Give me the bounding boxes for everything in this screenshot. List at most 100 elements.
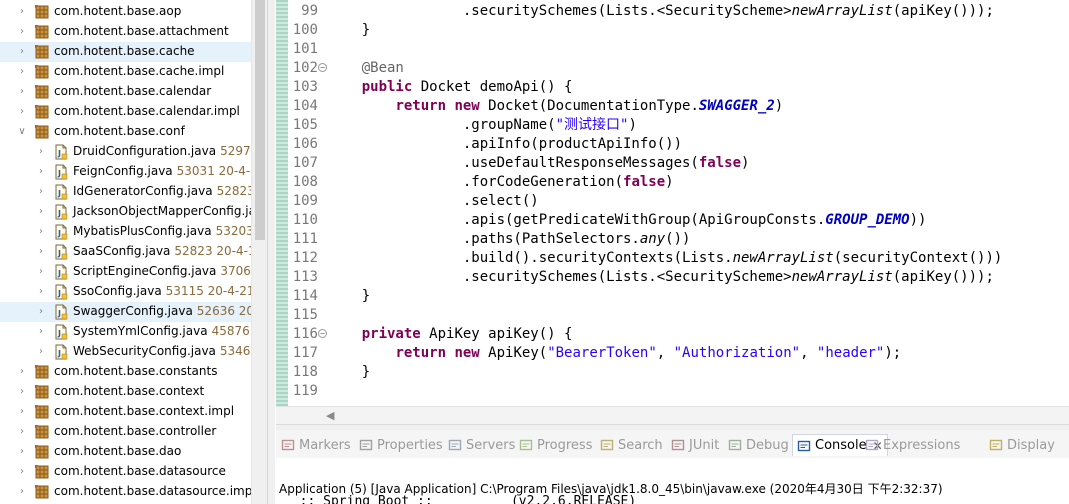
scroll-left-icon[interactable]: ◀: [326, 409, 334, 422]
code-line[interactable]: 109 .select(): [288, 192, 1069, 211]
fold-toggle-icon[interactable]: −: [318, 63, 327, 72]
java-file-tree-item[interactable]: › J ScriptEngineConfig.java37064: [0, 262, 251, 282]
java-file-tree-item[interactable]: › J JacksonObjectMapperConfig.ja: [0, 202, 251, 222]
expand-chevron-icon[interactable]: ›: [36, 347, 46, 357]
expand-chevron-icon[interactable]: ›: [36, 307, 46, 317]
code-line[interactable]: 113 .securitySchemes(Lists.<SecuritySche…: [288, 268, 1069, 287]
expand-chevron-icon[interactable]: ›: [17, 7, 27, 17]
expand-chevron-icon[interactable]: ›: [36, 207, 46, 217]
expand-chevron-icon[interactable]: ›: [17, 27, 27, 37]
expand-chevron-icon[interactable]: ›: [36, 267, 46, 277]
expand-chevron-icon[interactable]: ›: [17, 67, 27, 77]
code-token: .select(): [328, 193, 539, 209]
java-file-tree-item[interactable]: › J SystemYmlConfig.java45876 1: [0, 322, 251, 342]
code-line[interactable]: 114 }: [288, 287, 1069, 306]
tree-item-label: com.hotent.base.cache: [54, 44, 195, 58]
code-line[interactable]: 108 .forCodeGeneration(false): [288, 173, 1069, 192]
java-file-tree-item[interactable]: › J SsoConfig.java 53115 20-4-21: [0, 282, 251, 302]
tab-label: Properties: [377, 437, 443, 453]
package-tree-item[interactable]: › com.hotent.base.context.impl: [0, 402, 251, 422]
package-tree-item[interactable]: › com.hotent.base.calendar.impl: [0, 102, 251, 122]
code-editor[interactable]: 99 .securitySchemes(Lists.<SecuritySchem…: [276, 0, 1069, 424]
expand-chevron-icon[interactable]: ›: [36, 247, 46, 257]
package-tree-item[interactable]: ∨ com.hotent.base.conf: [0, 122, 251, 142]
code-line[interactable]: 107 .useDefaultResponseMessages(false): [288, 154, 1069, 173]
expand-chevron-icon[interactable]: ›: [17, 427, 27, 437]
tree-scrollbar-thumb[interactable]: [255, 0, 265, 240]
package-tree-item[interactable]: › com.hotent.base.cache.impl: [0, 62, 251, 82]
code-line[interactable]: 119: [288, 382, 1069, 401]
package-tree-item[interactable]: › com.hotent.base.datasource.impl: [0, 482, 251, 502]
line-number: 103: [292, 79, 318, 95]
tab-display[interactable]: Display: [989, 434, 1055, 456]
expand-chevron-icon[interactable]: ›: [17, 87, 27, 97]
code-line[interactable]: 102− @Bean: [288, 59, 1069, 78]
code-token: .forCodeGeneration(: [328, 174, 624, 190]
java-file-tree-item[interactable]: › J SaaSConfig.java 52823 20-4-1: [0, 242, 251, 262]
expand-chevron-icon[interactable]: ›: [17, 367, 27, 377]
svg-text:J: J: [57, 209, 61, 218]
package-tree-item[interactable]: › com.hotent.base.dao: [0, 442, 251, 462]
package-tree-item[interactable]: › com.hotent.base.controller: [0, 422, 251, 442]
package-tree-item[interactable]: › com.hotent.base.cache: [0, 42, 251, 62]
tab-markers[interactable]: Markers: [281, 434, 351, 456]
code-token: "header": [816, 345, 885, 361]
java-file-tree-item[interactable]: › J DruidConfiguration.java52971: [0, 142, 251, 162]
code-line[interactable]: 100 }: [288, 21, 1069, 40]
code-line[interactable]: 103 public Docket demoApi() {: [288, 78, 1069, 97]
package-tree-item[interactable]: › com.hotent.base.aop: [0, 2, 251, 22]
java-file-tree-item[interactable]: › J SwaggerConfig.java52636 20-: [0, 302, 251, 322]
tab-servers[interactable]: Servers: [448, 434, 515, 456]
expand-chevron-icon[interactable]: ›: [36, 147, 46, 157]
code-line[interactable]: 99 .securitySchemes(Lists.<SecuritySchem…: [288, 2, 1069, 21]
tab-search[interactable]: Search: [600, 434, 663, 456]
code-line[interactable]: 116− private ApiKey apiKey() {: [288, 325, 1069, 344]
editor-horizontal-scrollbar[interactable]: ◀: [276, 406, 1069, 424]
expand-chevron-icon[interactable]: ›: [17, 487, 27, 497]
code-line[interactable]: 111 .paths(PathSelectors.any()): [288, 230, 1069, 249]
code-line[interactable]: 105 .groupName("测试接口"): [288, 116, 1069, 135]
package-tree-item[interactable]: › com.hotent.base.constants: [0, 362, 251, 382]
expand-chevron-icon[interactable]: ›: [36, 167, 46, 177]
tree-item-label: SsoConfig.java 53115 20-4-21: [73, 284, 251, 298]
tree-item-label: com.hotent.base.conf: [54, 124, 185, 138]
tree-scrollbar[interactable]: [251, 0, 267, 504]
expand-chevron-icon[interactable]: ›: [17, 47, 27, 57]
tab-properties[interactable]: Properties: [359, 434, 443, 456]
code-line[interactable]: 101: [288, 40, 1069, 59]
tab-expressions[interactable]: Expressions: [865, 434, 960, 456]
collapse-chevron-icon[interactable]: ∨: [17, 127, 27, 137]
java-file-tree-item[interactable]: › J MybatisPlusConfig.java 53203: [0, 222, 251, 242]
java-file-tree-item[interactable]: › J IdGeneratorConfig.java 52823: [0, 182, 251, 202]
expand-chevron-icon[interactable]: ›: [36, 327, 46, 337]
package-tree-item[interactable]: › com.hotent.base.attachment: [0, 22, 251, 42]
tab-debug[interactable]: Debug: [728, 434, 789, 456]
java-file-tree-item[interactable]: › J WebSecurityConfig.java53467: [0, 342, 251, 362]
fold-toggle-icon[interactable]: −: [318, 329, 327, 338]
expand-chevron-icon[interactable]: ›: [17, 387, 27, 397]
package-tree-item[interactable]: › com.hotent.base.calendar: [0, 82, 251, 102]
code-line[interactable]: 115: [288, 306, 1069, 325]
expand-chevron-icon[interactable]: ›: [36, 287, 46, 297]
expand-chevron-icon[interactable]: ›: [17, 407, 27, 417]
code-line[interactable]: 118 }: [288, 363, 1069, 382]
expand-chevron-icon[interactable]: ›: [17, 467, 27, 477]
code-token: return: [395, 345, 447, 361]
code-line[interactable]: 110 .apis(getPredicateWithGroup(ApiGroup…: [288, 211, 1069, 230]
java-file-tree-item[interactable]: › J FeignConfig.java 53031 20-4-2: [0, 162, 251, 182]
tree-item-label: com.hotent.base.context: [54, 384, 204, 398]
package-tree-item[interactable]: › com.hotent.base.datasource: [0, 462, 251, 482]
tree-item-name: com.hotent.base.context.impl: [54, 404, 235, 418]
code-line[interactable]: 112 .build().securityContexts(Lists.newA…: [288, 249, 1069, 268]
expand-chevron-icon[interactable]: ›: [36, 227, 46, 237]
code-line[interactable]: 106 .apiInfo(productApiInfo()): [288, 135, 1069, 154]
expand-chevron-icon[interactable]: ›: [17, 447, 27, 457]
tab-junit[interactable]: JUnit: [671, 434, 719, 456]
package-tree-item[interactable]: › com.hotent.base.context: [0, 382, 251, 402]
expand-chevron-icon[interactable]: ›: [36, 187, 46, 197]
code-line[interactable]: 104 return new Docket(DocumentationType.…: [288, 97, 1069, 116]
code-line[interactable]: 117 return new ApiKey("BearerToken", "Au…: [288, 344, 1069, 363]
pane-divider[interactable]: [267, 0, 275, 504]
tab-progress[interactable]: Progress: [519, 434, 592, 456]
expand-chevron-icon[interactable]: ›: [17, 107, 27, 117]
